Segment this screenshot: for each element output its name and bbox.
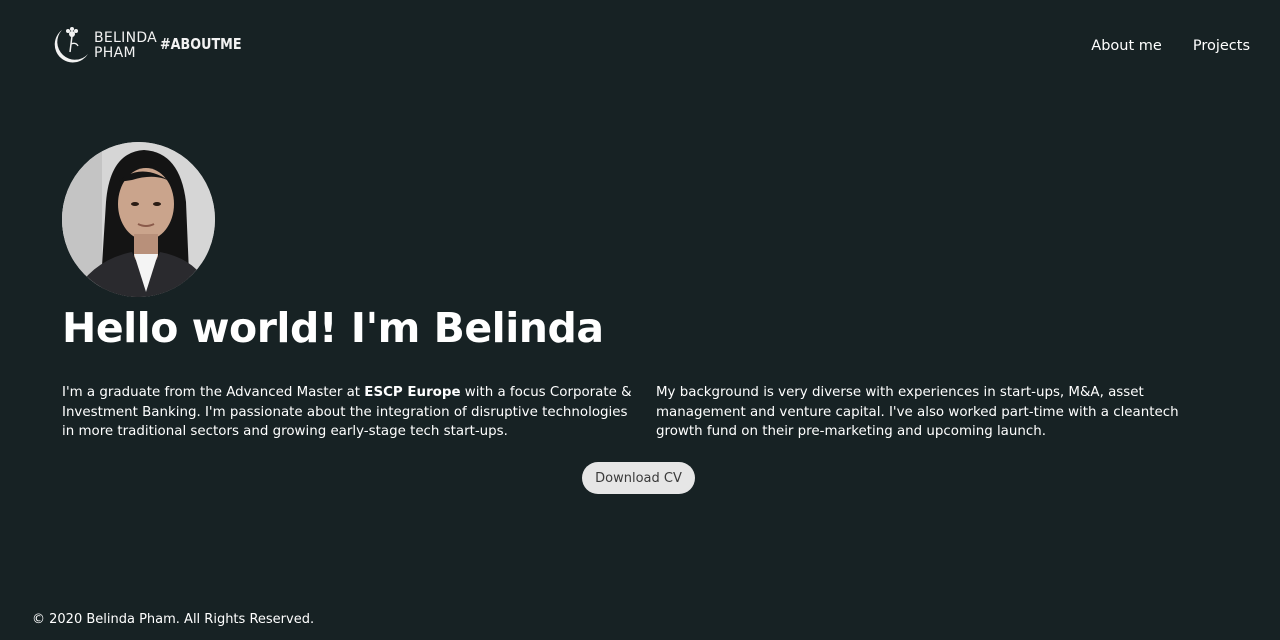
avatar bbox=[62, 142, 215, 297]
tagline: #ABOUTME bbox=[160, 35, 242, 53]
logo-line-2: PHAM bbox=[94, 45, 136, 61]
main-nav: About me Projects bbox=[1091, 38, 1250, 54]
download-cv-button[interactable]: Download CV bbox=[582, 462, 695, 494]
page-title: Hello world! I'm Belinda bbox=[62, 304, 604, 352]
logo-link[interactable]: BELINDA PHAM bbox=[48, 24, 157, 68]
site-header: BELINDA PHAM #ABOUTME About me Projects bbox=[0, 0, 1280, 92]
about-right-paragraph: My background is very diverse with exper… bbox=[656, 385, 1179, 440]
footer-copyright: © 2020 Belinda Pham. All Rights Reserved… bbox=[32, 612, 315, 627]
logo-line-1: BELINDA bbox=[94, 30, 158, 46]
nav-about-me[interactable]: About me bbox=[1091, 38, 1162, 54]
about-left-text-1: I'm a graduate from the Advanced Master … bbox=[62, 385, 365, 400]
profile-photo bbox=[62, 142, 215, 297]
crescent-moon-flower-icon bbox=[54, 27, 88, 63]
about-left-paragraph: I'm a graduate from the Advanced Master … bbox=[62, 383, 632, 442]
nav-projects[interactable]: Projects bbox=[1193, 38, 1250, 54]
school-name: ESCP Europe bbox=[364, 385, 461, 400]
logo-wordmark: BELINDA PHAM bbox=[94, 31, 157, 61]
